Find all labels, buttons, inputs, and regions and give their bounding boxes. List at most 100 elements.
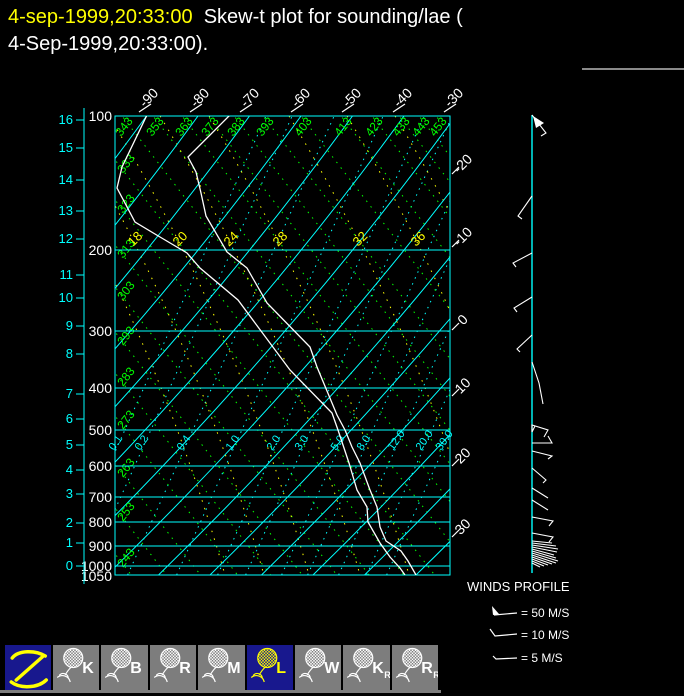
wind-barb [531,532,554,543]
toolbar-button-sounding-w[interactable]: W [294,645,342,690]
svg-text:-30: -30 [441,85,467,111]
wind-barb [531,499,549,511]
right-temperature-labels: -20-100102030 [450,151,476,538]
svg-text:14: 14 [59,172,73,187]
svg-text:600: 600 [89,458,113,474]
svg-text:-60: -60 [288,85,314,111]
plot-line-field [115,116,450,575]
skewt-plot: 243253263273283293303313323333343 353 363 3… [59,85,570,665]
wind-barb [516,334,533,353]
wind-barb [531,487,549,499]
svg-text:16: 16 [59,112,73,127]
legend-item-label: = 10 M/S [521,628,569,642]
svg-text:8.0: 8.0 [355,433,374,452]
svg-text:20: 20 [170,228,191,249]
top-temperature-labels: -90 -80 -70 -60 -50 -40 -30 [136,85,467,113]
svg-text:30.0: 30.0 [434,428,456,452]
balloon-icon: R [153,647,191,683]
height-axis: 161514131211109876543210 [59,108,85,584]
svg-text:353: 353 [143,114,167,139]
toolbar-button-letter: K [82,660,94,677]
svg-text:323: 323 [114,191,138,216]
balloon-icon: W [298,647,340,683]
svg-text:403: 403 [291,114,315,139]
svg-text:1.0: 1.0 [224,433,243,452]
svg-text:433: 433 [389,114,413,139]
toolbar-button-letter: R [421,660,433,677]
svg-text:300: 300 [89,323,113,339]
svg-text:363: 363 [172,114,196,139]
svg-text:9: 9 [66,318,73,333]
toolbar-button-letter: W [324,660,340,677]
svg-text:28: 28 [270,228,291,249]
svg-text:-90: -90 [136,85,162,111]
balloon-icon: KR [347,647,390,683]
svg-text:1: 1 [66,535,73,550]
svg-text:6: 6 [66,411,73,426]
svg-text:15: 15 [59,140,73,155]
sounding-traces [116,116,417,575]
svg-text:2.0: 2.0 [265,433,284,452]
svg-text:200: 200 [89,242,113,258]
wind-barb [531,424,549,438]
wind-profile [512,114,559,573]
svg-text:12: 12 [59,231,73,246]
balloon-icon: L [250,647,286,683]
wind-barb [532,435,553,444]
wind-barb [531,467,547,484]
svg-text:3.0: 3.0 [293,433,312,452]
svg-text:800: 800 [89,514,113,530]
plot-border [114,115,451,576]
svg-text:7: 7 [66,386,73,401]
wind-barb [531,450,554,460]
svg-text:400: 400 [89,380,113,396]
toolbar-button-subscript: R [433,670,438,680]
wind-barb [513,296,533,313]
svg-text:10: 10 [59,290,73,305]
svg-text:500: 500 [89,422,113,438]
svg-text:0.2: 0.2 [133,433,152,452]
svg-text:453: 453 [426,114,450,139]
toolbar-bottom-strip [0,690,441,693]
svg-text:36: 36 [408,228,429,249]
balloon-icon: RR [395,647,438,683]
isobar-lines [115,115,450,567]
svg-text:-50: -50 [339,85,365,111]
wind-barb [531,516,554,527]
legend-title: WINDS PROFILE [467,579,570,594]
svg-text:3: 3 [66,486,73,501]
toolbar-button-sounding-m[interactable]: M [198,645,245,690]
svg-text:900: 900 [89,538,113,554]
zebra-logo-icon [9,650,48,689]
svg-text:273: 273 [114,407,138,432]
wind-barb [512,252,533,268]
svg-text:5: 5 [66,437,73,452]
balloon-icon: K [56,647,94,683]
svg-text:0: 0 [66,558,73,573]
svg-text:12.0: 12.0 [386,428,408,452]
wind-barb [531,361,544,405]
toolbar-button-letter: K [373,660,385,677]
wind-barb [517,195,533,220]
toolbar-button-sounding-b[interactable]: B [101,645,148,690]
svg-text:2: 2 [66,515,73,530]
toolbar-button-subscript: R [385,670,390,680]
toolbar: KBRMLWKRRR [0,645,684,696]
toolbar-button-letter: R [179,660,191,677]
toolbar-button-letter: L [276,660,286,677]
toolbar-button-sounding-l[interactable]: L [246,645,293,690]
svg-text:303: 303 [114,278,138,303]
toolbar-button-sounding-rr[interactable]: RR [391,645,439,690]
plot-line-labels: 243253263273283293303313323333343 353 363 3… [107,114,456,570]
toolbar-button-sounding-kr[interactable]: KR [343,645,390,690]
svg-text:8: 8 [66,346,73,361]
svg-text:20.0: 20.0 [414,428,436,452]
toolbar-button-sounding-r[interactable]: R [149,645,197,690]
app-window: 4-sep-1999,20:33:00 Skew-t plot for soun… [0,0,684,696]
toolbar-button-zebra-logo[interactable] [4,645,51,690]
svg-text:100: 100 [89,108,113,124]
svg-text:393: 393 [253,114,277,139]
toolbar-button-sounding-k[interactable]: K [52,645,100,690]
svg-text:-70: -70 [237,85,263,111]
legend-item-label: = 50 M/S [521,606,569,620]
